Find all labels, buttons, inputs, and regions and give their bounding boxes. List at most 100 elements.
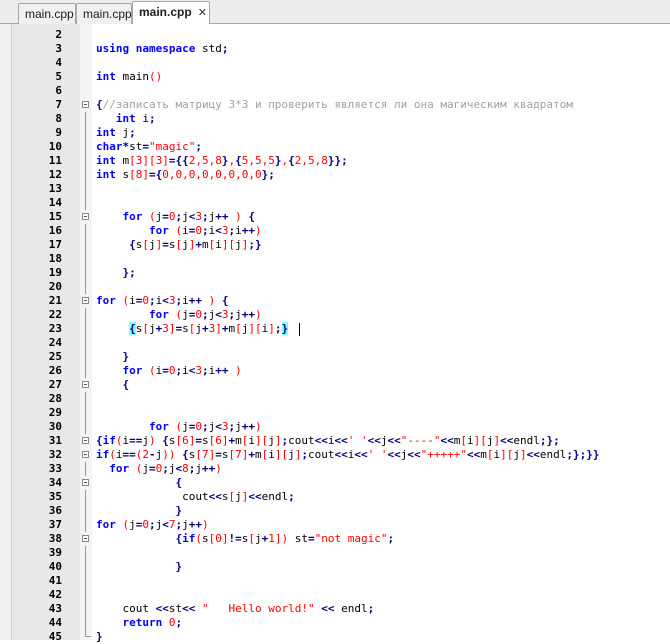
line-number: 34 xyxy=(48,476,62,489)
line-number: 14 xyxy=(48,196,62,209)
code-text: {if(i==j) {s[6]=s[6]+m[i][j];cout<<i<<' … xyxy=(96,434,560,447)
fold-guide-line xyxy=(85,602,86,616)
code-line[interactable]: 5 int main() xyxy=(0,70,670,84)
code-line[interactable]: 29 xyxy=(0,406,670,420)
line-number: 18 xyxy=(48,252,62,265)
code-editor[interactable]: 2 3 using namespace std; 4 5 int main() 6 7 {//з… xyxy=(0,24,670,643)
line-number: 35 xyxy=(48,490,62,503)
code-line[interactable]: 32 if(i==(2-j)) {s[7]=s[7]+m[i][j];cout<<… xyxy=(0,448,670,462)
fold-toggle-icon[interactable] xyxy=(82,213,89,220)
code-line[interactable]: 26 for (i=0;i<3;i++ ) xyxy=(0,364,670,378)
code-line[interactable]: 35 cout<<s[j]<<endl; xyxy=(0,490,670,504)
code-line[interactable]: 34 { xyxy=(0,476,670,490)
fold-guide-line xyxy=(85,518,86,532)
code-line[interactable]: 30 for (j=0;j<3;j++) xyxy=(0,420,670,434)
code-text: for (i=0;i<3;i++) xyxy=(148,224,262,237)
code-line[interactable]: 19 }; xyxy=(0,266,670,280)
code-text: { xyxy=(175,476,183,489)
code-line[interactable]: 42 xyxy=(0,588,670,602)
line-number: 19 xyxy=(48,266,62,279)
line-number: 32 xyxy=(48,448,62,461)
line-number: 45 xyxy=(48,630,62,643)
fold-toggle-icon[interactable] xyxy=(82,297,89,304)
code-line[interactable]: 10 char*st="magic"; xyxy=(0,140,670,154)
code-line[interactable]: 44 return 0; xyxy=(0,616,670,630)
line-number: 38 xyxy=(48,532,62,545)
code-line[interactable]: 17 {s[j]=s[j]+m[i][j];} xyxy=(0,238,670,252)
line-number: 15 xyxy=(48,210,62,223)
fold-guide-line xyxy=(85,182,86,196)
code-line[interactable]: 2 xyxy=(0,28,670,42)
fold-guide-line xyxy=(85,392,86,406)
code-line[interactable]: 8 int i; xyxy=(0,112,670,126)
fold-toggle-icon[interactable] xyxy=(82,101,89,108)
line-number: 20 xyxy=(48,280,62,293)
fold-guide-line xyxy=(85,168,86,182)
code-line[interactable]: 6 xyxy=(0,84,670,98)
code-line[interactable]: 31 {if(i==j) {s[6]=s[6]+m[i][j];cout<<i<<… xyxy=(0,434,670,448)
code-line[interactable]: 3 using namespace std; xyxy=(0,42,670,56)
fold-toggle-icon[interactable] xyxy=(82,535,89,542)
line-number: 2 xyxy=(55,28,62,41)
code-line[interactable]: 24 xyxy=(0,336,670,350)
code-line[interactable]: 15 for (j=0;j<3;j++ ) { xyxy=(0,210,670,224)
code-line[interactable]: 41 xyxy=(0,574,670,588)
fold-guide-line xyxy=(85,280,86,294)
code-line[interactable]: 7 {//записать матрицу 3*3 и проверить явл… xyxy=(0,98,670,112)
fold-guide-line xyxy=(85,322,86,336)
fold-guide-line xyxy=(85,238,86,252)
code-text: for (j=0;j<3;j++) xyxy=(148,308,262,321)
line-number: 17 xyxy=(48,238,62,251)
line-number: 4 xyxy=(55,56,62,69)
fold-guide-line xyxy=(85,588,86,602)
tab-main-cpp-2[interactable]: main.cpp xyxy=(76,3,132,24)
code-line[interactable]: 28 xyxy=(0,392,670,406)
text-caret xyxy=(299,323,300,336)
code-line[interactable]: 18 xyxy=(0,252,670,266)
code-line[interactable]: 4 xyxy=(0,56,670,70)
tab-main-cpp-active[interactable]: main.cpp ✕ xyxy=(132,1,210,25)
code-line[interactable]: 20 xyxy=(0,280,670,294)
code-text: for (j=0;j<3;j++ ) { xyxy=(122,210,256,223)
code-text: } xyxy=(122,350,130,363)
code-text: } xyxy=(96,630,103,643)
code-text: cout<<s[j]<<endl; xyxy=(182,490,295,503)
line-number: 5 xyxy=(55,70,62,83)
code-line[interactable]: 39 xyxy=(0,546,670,560)
line-number: 31 xyxy=(48,434,62,447)
line-number: 28 xyxy=(48,392,62,405)
code-line[interactable]: 22 for (j=0;j<3;j++) xyxy=(0,308,670,322)
code-text: } xyxy=(175,560,183,573)
fold-guide-line xyxy=(85,196,86,210)
code-line[interactable]: 14 xyxy=(0,196,670,210)
line-number: 44 xyxy=(48,616,62,629)
code-text: if(i==(2-j)) {s[7]=s[7]+m[i][j];cout<<i<… xyxy=(96,448,600,461)
code-line[interactable]: 25 } xyxy=(0,350,670,364)
close-icon[interactable]: ✕ xyxy=(198,7,207,19)
code-line[interactable]: 9 int j; xyxy=(0,126,670,140)
code-line[interactable]: 38 {if(s[0]!=s[j+1]) st="not magic"; xyxy=(0,532,670,546)
line-number: 41 xyxy=(48,574,62,587)
fold-guide-line xyxy=(85,420,86,434)
code-line[interactable]: 21 for (i=0;i<3;i++ ) { xyxy=(0,294,670,308)
fold-guide-line xyxy=(85,154,86,168)
code-line[interactable]: 40 } xyxy=(0,560,670,574)
code-line[interactable]: 11 int m[3][3]={{2,5,8},{5,5,5},{2,5,8}}; xyxy=(0,154,670,168)
code-line[interactable]: 33 for (j=0;j<8;j++) xyxy=(0,462,670,476)
code-text: int j; xyxy=(96,126,136,139)
code-line[interactable]: 37 for (j=0;j<7;j++) xyxy=(0,518,670,532)
code-line[interactable]: 12 int s[8]={0,0,0,0,0,0,0,0}; xyxy=(0,168,670,182)
code-line[interactable]: 16 for (i=0;i<3;i++) xyxy=(0,224,670,238)
fold-toggle-icon[interactable] xyxy=(82,381,89,388)
fold-toggle-icon[interactable] xyxy=(82,479,89,486)
code-line[interactable]: 27 { xyxy=(0,378,670,392)
code-line[interactable]: 45} xyxy=(0,630,670,644)
fold-toggle-icon[interactable] xyxy=(82,451,89,458)
code-line[interactable]: 13 xyxy=(0,182,670,196)
fold-guide-line xyxy=(85,308,86,322)
fold-toggle-icon[interactable] xyxy=(82,437,89,444)
code-line[interactable]: 36 } xyxy=(0,504,670,518)
code-line[interactable]: 23 {s[j+3]=s[j+3]+m[j][i];} xyxy=(0,322,670,336)
code-line[interactable]: 43 cout <<st<< " Hello world!" << endl; xyxy=(0,602,670,616)
tab-main-cpp-1[interactable]: main.cpp xyxy=(18,3,76,24)
